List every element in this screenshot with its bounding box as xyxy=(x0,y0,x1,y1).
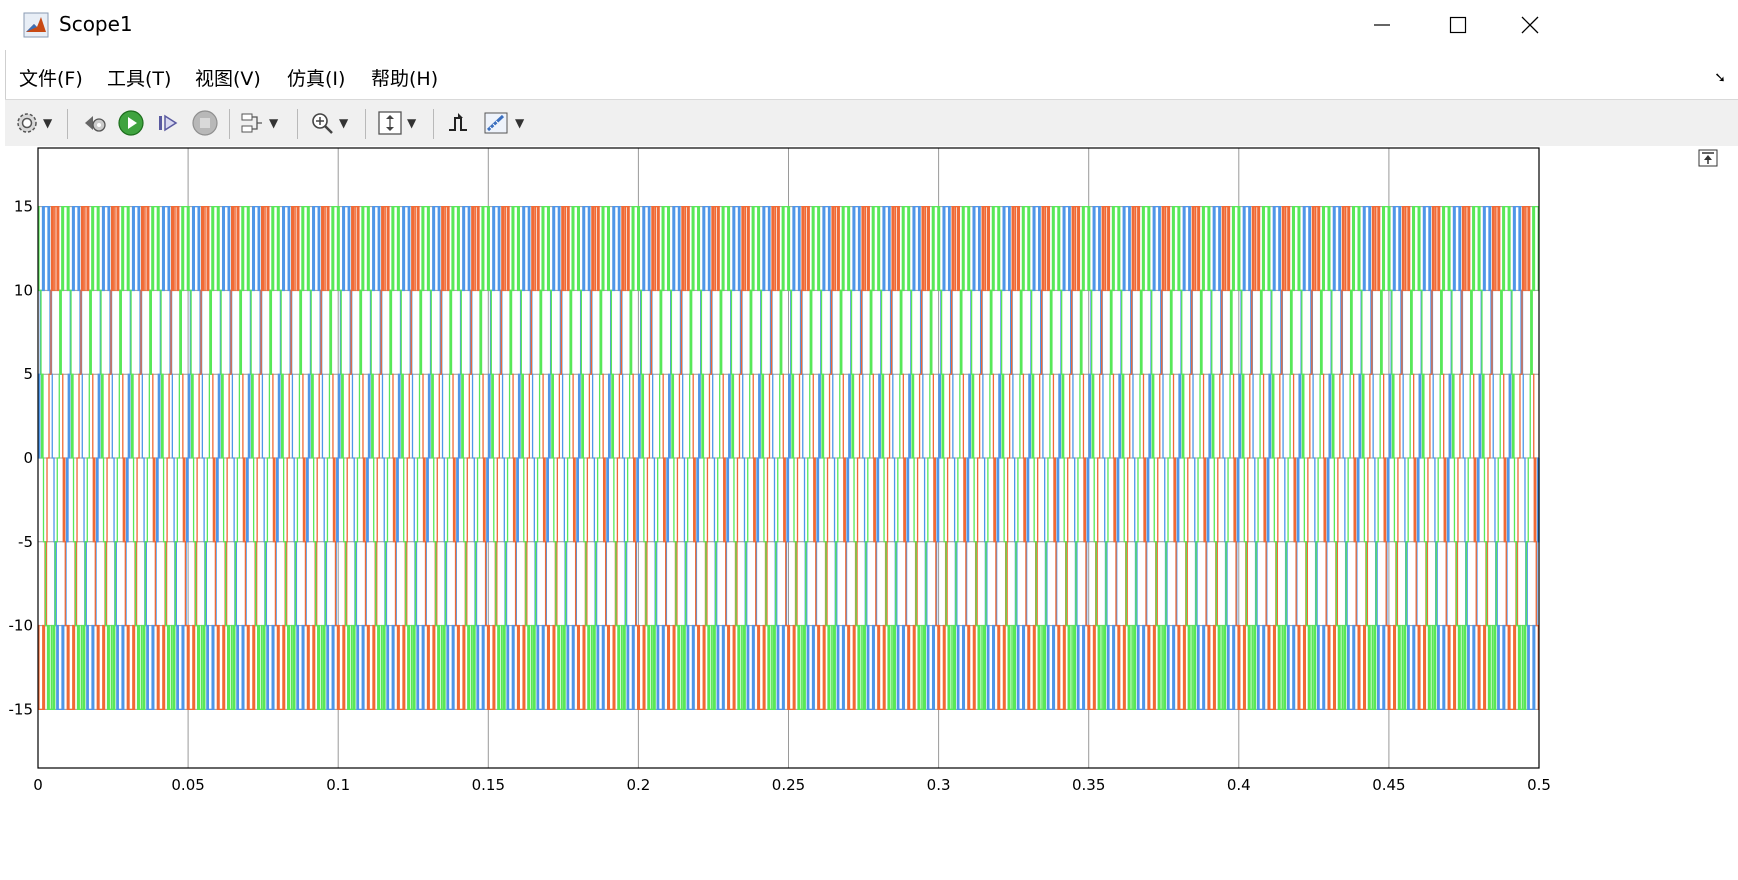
y-tick-label: -10 xyxy=(9,617,34,635)
step-forward-button[interactable] xyxy=(155,107,181,139)
toolbar: ▼ ▼ ▼ ▼ ▼ xyxy=(5,99,1738,147)
toolbar-separator xyxy=(229,109,230,139)
matlab-icon xyxy=(23,12,49,38)
scope-plot[interactable]: 0 0.05 0.1 0.15 0.2 0.25 0.3 0.35 0.4 0.45 0.5 15 10… xyxy=(5,146,1738,876)
maximize-icon xyxy=(1449,16,1467,34)
scope-window: Scope1 文件(F) 工具(T) 视图(V) 仿真(I) 帮助(H) ➘ ▼ xyxy=(0,0,1738,876)
measure-icon xyxy=(484,112,508,134)
title-bar[interactable]: Scope1 xyxy=(5,0,1738,50)
triggers-button[interactable] xyxy=(445,107,471,139)
toolbar-separator xyxy=(297,109,298,139)
x-tick-label: 0.4 xyxy=(1227,776,1251,794)
close-button[interactable] xyxy=(1497,0,1563,50)
chevron-down-icon: ▼ xyxy=(43,116,53,130)
x-tick-label: 0.25 xyxy=(772,776,805,794)
run-icon xyxy=(118,110,144,136)
dock-arrow-icon[interactable]: ➘ xyxy=(1714,70,1726,86)
x-tick-label: 0.15 xyxy=(472,776,505,794)
signal-select-icon xyxy=(241,113,262,133)
undock-icon xyxy=(1698,149,1718,167)
signal-traces xyxy=(37,206,1540,710)
x-tick-label: 0.45 xyxy=(1372,776,1405,794)
step-back-button[interactable] xyxy=(81,107,109,139)
zoom-in-icon xyxy=(312,113,333,134)
y-tick-label: -15 xyxy=(9,700,34,718)
y-tick-label: -5 xyxy=(18,533,33,551)
zoom-button[interactable]: ▼ xyxy=(309,107,348,139)
toolbar-separator xyxy=(433,109,434,139)
minimize-button[interactable] xyxy=(1349,0,1415,50)
toolbar-separator xyxy=(67,109,68,139)
x-tick-label: 0.35 xyxy=(1072,776,1105,794)
close-icon xyxy=(1521,16,1539,34)
y-tick-label: 15 xyxy=(14,198,33,216)
chevron-down-icon: ▼ xyxy=(515,116,525,130)
y-tick-label: 5 xyxy=(23,365,33,383)
minimize-icon xyxy=(1374,24,1390,26)
menu-tools[interactable]: 工具(T) xyxy=(107,64,171,91)
y-tick-label: 0 xyxy=(23,449,33,467)
chevron-down-icon: ▼ xyxy=(269,116,279,130)
x-tick-label: 0.2 xyxy=(626,776,650,794)
maximize-button[interactable] xyxy=(1425,0,1491,50)
x-tick-label: 0.3 xyxy=(927,776,951,794)
menu-file[interactable]: 文件(F) xyxy=(19,64,83,91)
menu-bar: 文件(F) 工具(T) 视图(V) 仿真(I) 帮助(H) ➘ xyxy=(5,60,1738,96)
undock-button[interactable] xyxy=(1698,149,1718,167)
signal-selector-button[interactable]: ▼ xyxy=(239,107,278,139)
menu-view[interactable]: 视图(V) xyxy=(195,64,261,91)
chevron-down-icon: ▼ xyxy=(339,116,349,130)
stop-button[interactable] xyxy=(191,107,219,139)
scope-display[interactable]: 0 0.05 0.1 0.15 0.2 0.25 0.3 0.35 0.4 0.45 0.5 15 10… xyxy=(5,146,1738,876)
window-title: Scope1 xyxy=(59,12,133,36)
y-tick-label: 10 xyxy=(14,281,33,299)
x-tick-label: 0 xyxy=(33,776,43,794)
step-forward-icon xyxy=(159,114,178,132)
toolbar-separator xyxy=(365,109,366,139)
x-tick-label: 0.05 xyxy=(171,776,204,794)
scale-axes-button[interactable]: ▼ xyxy=(377,107,416,139)
triggers-icon xyxy=(449,113,467,131)
scale-axes-icon xyxy=(378,111,402,135)
chevron-down-icon: ▼ xyxy=(407,116,417,130)
x-tick-label: 0.5 xyxy=(1527,776,1551,794)
stop-icon xyxy=(192,110,218,136)
menu-help[interactable]: 帮助(H) xyxy=(371,64,438,91)
gear-icon xyxy=(17,113,37,133)
step-back-icon xyxy=(85,116,106,132)
configuration-button[interactable]: ▼ xyxy=(15,107,52,139)
menu-simulation[interactable]: 仿真(I) xyxy=(287,64,345,91)
run-button[interactable] xyxy=(117,107,145,139)
measurements-button[interactable]: ▼ xyxy=(483,107,524,139)
x-tick-label: 0.1 xyxy=(326,776,350,794)
